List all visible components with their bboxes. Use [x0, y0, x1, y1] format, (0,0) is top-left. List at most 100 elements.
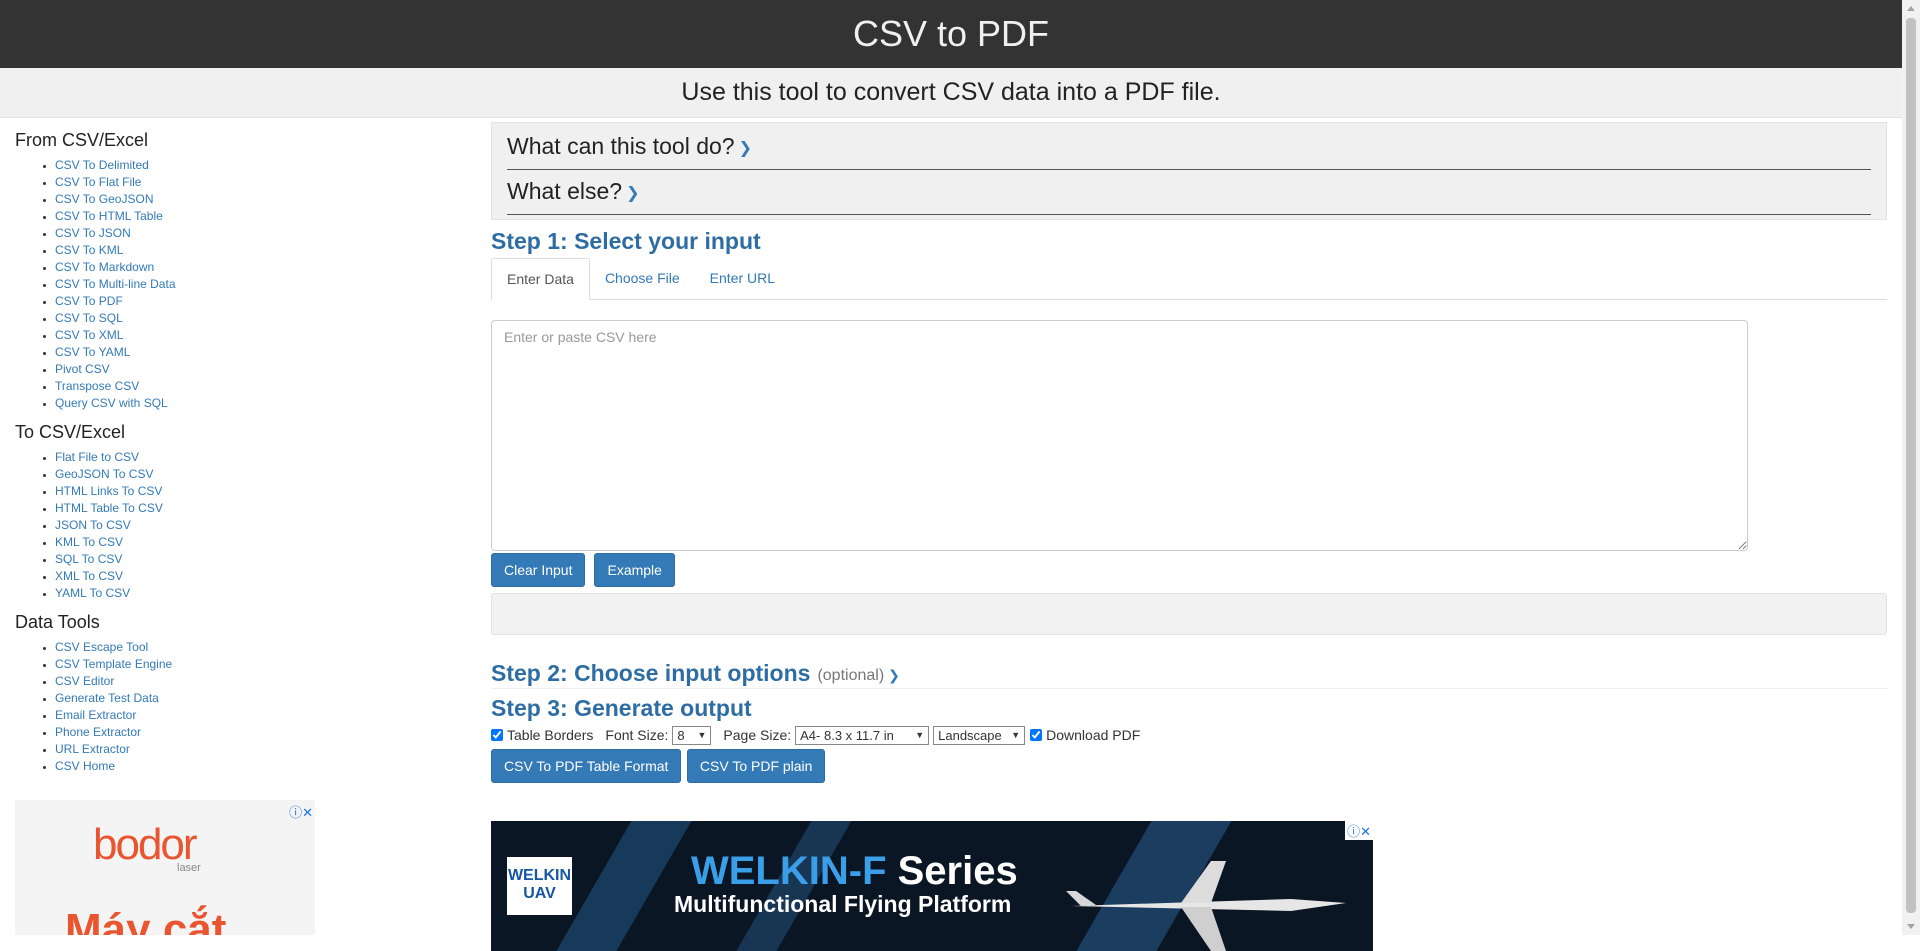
table-borders-checkbox[interactable]: [491, 729, 503, 741]
sidebar-link[interactable]: CSV To PDF: [55, 294, 123, 308]
sidebar-item[interactable]: YAML To CSV: [55, 585, 455, 602]
pdf-plain-button[interactable]: CSV To PDF plain: [686, 749, 826, 783]
sidebar-link[interactable]: CSV To SQL: [55, 311, 123, 325]
sidebar-item[interactable]: HTML Table To CSV: [55, 500, 455, 517]
scroll-down-icon[interactable]: [1907, 924, 1915, 929]
tab-enter-data[interactable]: Enter Data: [491, 258, 590, 300]
sidebar-item[interactable]: Query CSV with SQL: [55, 395, 455, 412]
sidebar-link[interactable]: SQL To CSV: [55, 552, 122, 566]
sidebar-item[interactable]: CSV To Delimited: [55, 157, 455, 174]
status-box: [491, 593, 1887, 635]
sidebar-list: CSV To Delimited CSV To Flat File CSV To…: [15, 157, 455, 412]
banner-ad[interactable]: WELKIN UAV WELKIN-F Series Multifunction…: [491, 821, 1373, 951]
sidebar-link[interactable]: CSV To Delimited: [55, 158, 149, 172]
faq-toggle-what-else[interactable]: What else? ❯: [507, 170, 1871, 215]
sidebar-item[interactable]: CSV To Flat File: [55, 174, 455, 191]
output-options: Table Borders Font Size: 8 ▼ Page Size: …: [491, 725, 1887, 745]
download-pdf-checkbox[interactable]: [1030, 729, 1043, 741]
tab-choose-file[interactable]: Choose File: [590, 258, 695, 299]
sidebar-item[interactable]: Email Extractor: [55, 707, 455, 724]
sidebar-link[interactable]: Pivot CSV: [55, 362, 110, 376]
sidebar-ad[interactable]: bodor laser Máy cắt ⓘ✕: [15, 800, 315, 935]
orientation-value: Landscape: [938, 727, 1002, 743]
sidebar-link[interactable]: CSV To YAML: [55, 345, 130, 359]
sidebar-link[interactable]: JSON To CSV: [55, 518, 131, 532]
step-2-toggle[interactable]: Step 2: Choose input options (optional) …: [491, 659, 1887, 689]
faq-toggle-what-can[interactable]: What can this tool do? ❯: [507, 125, 1871, 170]
scroll-up-icon[interactable]: [1907, 6, 1915, 11]
example-button[interactable]: Example: [594, 553, 675, 587]
sidebar-link[interactable]: CSV To Flat File: [55, 175, 141, 189]
sidebar-link[interactable]: Query CSV with SQL: [55, 396, 168, 410]
clear-input-button[interactable]: Clear Input: [491, 553, 586, 587]
sidebar-item[interactable]: CSV To Markdown: [55, 259, 455, 276]
sidebar-item[interactable]: CSV Escape Tool: [55, 639, 455, 656]
sidebar-link[interactable]: Flat File to CSV: [55, 450, 139, 464]
sidebar-link[interactable]: CSV To KML: [55, 243, 123, 257]
sidebar-item[interactable]: KML To CSV: [55, 534, 455, 551]
sidebar-link[interactable]: Email Extractor: [55, 708, 136, 722]
sidebar-item[interactable]: Pivot CSV: [55, 361, 455, 378]
sidebar-link[interactable]: CSV To JSON: [55, 226, 131, 240]
tab-enter-url[interactable]: Enter URL: [695, 258, 790, 299]
sidebar-link[interactable]: Generate Test Data: [55, 691, 159, 705]
sidebar-item[interactable]: CSV To GeoJSON: [55, 191, 455, 208]
optional-label: (optional): [817, 666, 885, 684]
sidebar-link[interactable]: CSV To Markdown: [55, 260, 154, 274]
sidebar-link[interactable]: HTML Table To CSV: [55, 501, 163, 515]
sidebar-item[interactable]: CSV Editor: [55, 673, 455, 690]
faq-question: What can this tool do?: [507, 132, 735, 159]
sidebar-item[interactable]: Generate Test Data: [55, 690, 455, 707]
sidebar-item[interactable]: Flat File to CSV: [55, 449, 455, 466]
sidebar-item[interactable]: CSV To KML: [55, 242, 455, 259]
generate-button-row: CSV To PDF Table Format CSV To PDF plain: [491, 749, 1887, 783]
sidebar-item[interactable]: XML To CSV: [55, 568, 455, 585]
sidebar-item[interactable]: CSV To HTML Table: [55, 208, 455, 225]
sidebar-link[interactable]: HTML Links To CSV: [55, 484, 162, 498]
sidebar-item[interactable]: CSV To SQL: [55, 310, 455, 327]
download-pdf-label: Download PDF: [1046, 727, 1141, 743]
sidebar-link[interactable]: URL Extractor: [55, 742, 130, 756]
sidebar-item[interactable]: GeoJSON To CSV: [55, 466, 455, 483]
sidebar-link[interactable]: GeoJSON To CSV: [55, 467, 153, 481]
chevron-down-icon: ❯: [738, 140, 752, 157]
sidebar-item[interactable]: SQL To CSV: [55, 551, 455, 568]
sidebar-item[interactable]: CSV Home: [55, 758, 455, 775]
sidebar-link[interactable]: CSV Home: [55, 759, 115, 773]
sidebar-link[interactable]: CSV Editor: [55, 674, 114, 688]
sidebar-item[interactable]: JSON To CSV: [55, 517, 455, 534]
csv-input[interactable]: [491, 320, 1748, 551]
sidebar-link[interactable]: CSV Escape Tool: [55, 640, 148, 654]
sidebar-item[interactable]: Transpose CSV: [55, 378, 455, 395]
page-size-select[interactable]: A4- 8.3 x 11.7 in ▼: [795, 725, 930, 745]
sidebar-item[interactable]: URL Extractor: [55, 741, 455, 758]
sidebar-link[interactable]: YAML To CSV: [55, 586, 130, 600]
sidebar-item[interactable]: HTML Links To CSV: [55, 483, 455, 500]
sidebar-item[interactable]: CSV To PDF: [55, 293, 455, 310]
page-scrollbar[interactable]: [1902, 0, 1920, 935]
sidebar-link[interactable]: Phone Extractor: [55, 725, 141, 739]
sidebar-link[interactable]: CSV To GeoJSON: [55, 192, 153, 206]
font-size-select[interactable]: 8 ▼: [672, 725, 712, 745]
ad-close-icon[interactable]: ⓘ✕: [1345, 821, 1373, 840]
download-pdf-option[interactable]: Download PDF: [1030, 727, 1140, 743]
ad-close-icon[interactable]: ⓘ✕: [289, 802, 313, 821]
sidebar-item[interactable]: CSV To JSON: [55, 225, 455, 242]
scrollbar-thumb[interactable]: [1906, 18, 1916, 913]
sidebar-link[interactable]: XML To CSV: [55, 569, 123, 583]
sidebar-link[interactable]: CSV To Multi-line Data: [55, 277, 176, 291]
sidebar-item[interactable]: CSV To Multi-line Data: [55, 276, 455, 293]
main-content: What can this tool do? ❯ What else? ❯ St…: [491, 122, 1887, 951]
sidebar-link[interactable]: CSV Template Engine: [55, 657, 172, 671]
pdf-table-format-button[interactable]: CSV To PDF Table Format: [491, 749, 682, 783]
sidebar-link[interactable]: Transpose CSV: [55, 379, 139, 393]
sidebar-item[interactable]: CSV To YAML: [55, 344, 455, 361]
sidebar-link[interactable]: KML To CSV: [55, 535, 123, 549]
sidebar-item[interactable]: Phone Extractor: [55, 724, 455, 741]
sidebar-link[interactable]: CSV To HTML Table: [55, 209, 163, 223]
sidebar-item[interactable]: CSV Template Engine: [55, 656, 455, 673]
orientation-select[interactable]: Landscape ▼: [933, 725, 1026, 745]
sidebar-link[interactable]: CSV To XML: [55, 328, 123, 342]
table-borders-option[interactable]: Table Borders: [491, 727, 593, 743]
sidebar-item[interactable]: CSV To XML: [55, 327, 455, 344]
